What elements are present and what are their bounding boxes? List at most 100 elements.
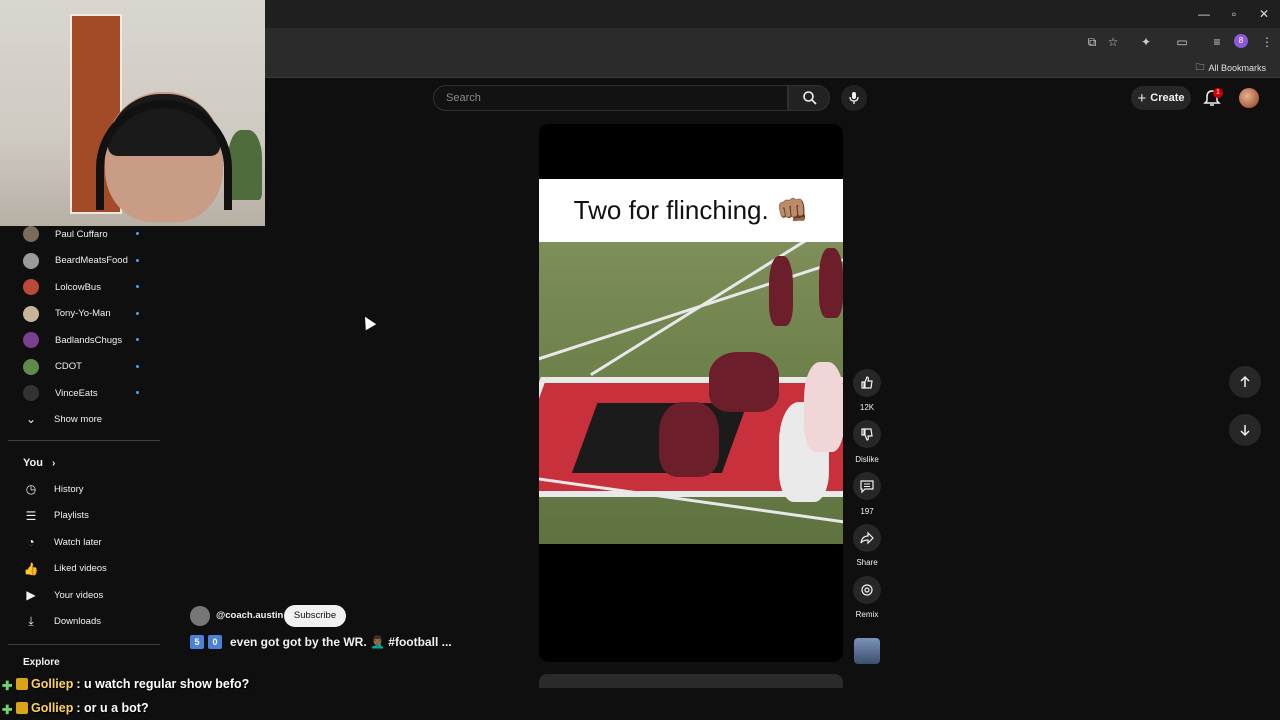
video-caption: Two for flinching. 👊🏽 (539, 179, 843, 242)
sidebar-item-label: Downloads (54, 616, 101, 627)
plus-icon: + (1137, 89, 1147, 107)
comment-icon (860, 480, 874, 493)
chat-badge-icon: ✚ (2, 679, 13, 693)
sidebar-item-label: Playlists (54, 510, 89, 521)
channel-avatar[interactable] (190, 606, 210, 626)
account-avatar[interactable] (1239, 88, 1259, 108)
all-bookmarks-label: All Bookmarks (1208, 63, 1266, 73)
sidebar-divider (8, 440, 160, 441)
channel-handle[interactable]: @coach.austin (216, 610, 283, 621)
sidebar-item-watch-later[interactable]: ◔ Watch later (23, 530, 101, 554)
chat-username: Golliер (31, 677, 74, 691)
like-button[interactable] (853, 369, 881, 397)
sidebar-subscription-item[interactable]: CDOT (23, 355, 139, 379)
subscription-label: Tony-Yo-Man (55, 308, 111, 319)
profile-avatar[interactable]: 8 (1234, 34, 1248, 48)
remix-label: Remix (855, 610, 879, 619)
arrow-down-icon (1240, 425, 1250, 437)
downloads-icon: ⤓ (28, 614, 34, 628)
folder-icon: 🗀 (1195, 62, 1205, 72)
sidebar-item-label: Liked videos (54, 563, 107, 574)
subscribe-button[interactable]: Subscribe (284, 605, 346, 627)
create-button[interactable]: + Create (1131, 86, 1191, 110)
sidebar-item-liked-videos[interactable]: 👍 Liked videos (23, 557, 107, 581)
search-input[interactable]: Search (433, 85, 788, 111)
sidebar-item-your-videos[interactable]: ▶ Your videos (23, 583, 103, 607)
remix-button[interactable] (853, 576, 881, 604)
sidebar-divider (8, 644, 160, 645)
new-content-dot (136, 311, 139, 315)
thumbs-down-icon (861, 428, 873, 441)
subscription-label: LolcowBus (55, 281, 101, 293)
new-content-dot (136, 364, 139, 368)
split-view-icon[interactable]: ▭ (1174, 34, 1190, 50)
subscription-label: CDOT (55, 361, 82, 372)
install-app-icon[interactable]: ⧉ (1084, 34, 1100, 50)
minimize-icon[interactable]: — (1196, 6, 1212, 22)
channel-avatar (23, 358, 39, 375)
voice-search-button[interactable] (841, 85, 867, 111)
chevron-right-icon: › (52, 458, 56, 469)
remix-icon (861, 584, 873, 596)
previous-short-button[interactable] (1229, 366, 1261, 398)
crown-icon (16, 702, 28, 714)
sidebar-subscription-item[interactable]: Tony-Yo-Man (23, 302, 139, 326)
subscription-label: BeardMeatsFood (55, 255, 128, 266)
sidebar-item-playlists[interactable]: ☰ Playlists (23, 504, 89, 528)
next-short-button[interactable] (1229, 414, 1261, 446)
chat-message: ✚ Golliер : or u a bot? (0, 697, 149, 719)
sidebar-subscription-item[interactable]: BeardMeatsFood (23, 249, 139, 273)
channel-avatar (23, 252, 39, 269)
browser-menu-icon[interactable]: ⋮ (1259, 34, 1275, 50)
channel-thumbnail[interactable] (854, 638, 880, 664)
keycap-digit: 0 (208, 635, 222, 649)
liked-videos-icon: 👍 (23, 561, 39, 576)
sidebar-item-label: History (54, 483, 84, 495)
notification-badge: 1 (1213, 88, 1223, 98)
close-icon[interactable]: ✕ (1256, 6, 1272, 22)
share-icon (860, 531, 874, 545)
share-label: Share (856, 558, 878, 567)
new-content-dot (136, 258, 139, 262)
you-section-header[interactable]: You › (23, 457, 55, 469)
microphone-icon (849, 92, 859, 104)
new-content-dot (136, 391, 139, 394)
sidebar-item-downloads[interactable]: ⤓ Downloads (23, 610, 101, 634)
show-more-button[interactable]: ⌄ Show more (23, 407, 102, 431)
channel-avatar (23, 305, 39, 322)
short-video-player[interactable]: Two for flinching. 👊🏽 (539, 124, 843, 662)
video-frame (539, 242, 843, 544)
all-bookmarks-button[interactable]: 🗀 All Bookmarks (1195, 60, 1266, 76)
webcam-overlay (0, 0, 265, 226)
sidebar-subscription-item[interactable]: VinceEats (23, 381, 139, 405)
sidebar-item-history[interactable]: ◷ History (23, 477, 84, 501)
subscription-label: Paul Cuffaro (55, 228, 108, 240)
sidebar-subscription-item[interactable]: LolcowBus (23, 275, 139, 299)
mouse-cursor (359, 313, 377, 331)
channel-avatar (23, 279, 39, 295)
channel-avatar (23, 385, 39, 401)
new-content-dot (136, 338, 139, 341)
you-header-label: You (23, 457, 43, 469)
like-count: 12K (859, 403, 875, 412)
channel-avatar (23, 332, 39, 348)
search-button[interactable] (788, 85, 830, 111)
thumbs-up-icon (861, 376, 873, 389)
new-content-dot (136, 232, 139, 235)
sidebar-item-label: Your videos (54, 589, 104, 601)
restore-icon[interactable]: ▫ (1226, 6, 1242, 22)
subscription-label: VinceEats (55, 387, 98, 399)
next-short-preview[interactable] (539, 674, 843, 688)
media-controls-icon[interactable]: ≡ (1209, 34, 1225, 50)
new-content-dot (136, 285, 139, 288)
share-button[interactable] (853, 524, 881, 552)
chevron-down-icon: ⌄ (25, 412, 37, 426)
watch-later-icon: ◔ (27, 535, 35, 549)
bookmark-star-icon[interactable]: ☆ (1105, 34, 1121, 50)
short-description[interactable]: 5 0 even got got by the WR. 🤦🏾‍♂️ #footb… (190, 635, 452, 649)
arrow-up-icon (1240, 375, 1250, 387)
sidebar-subscription-item[interactable]: BadlandsChugs (23, 328, 139, 352)
comments-button[interactable] (853, 472, 881, 500)
extensions-icon[interactable]: ✦ (1138, 34, 1154, 50)
dislike-button[interactable] (853, 420, 881, 448)
